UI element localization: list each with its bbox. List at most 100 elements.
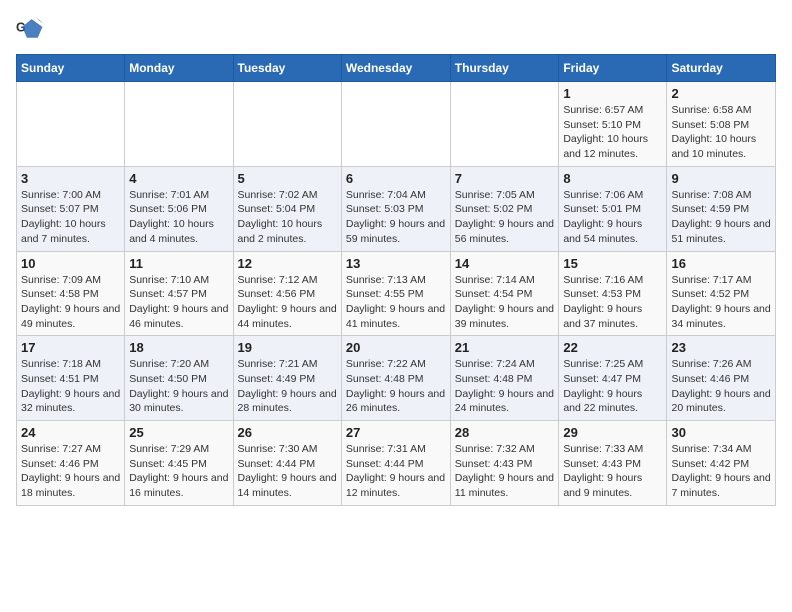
day-info: Sunrise: 7:10 AM Sunset: 4:57 PM Dayligh… — [129, 273, 228, 332]
calendar-week-row: 1Sunrise: 6:57 AM Sunset: 5:10 PM Daylig… — [17, 82, 776, 167]
weekday-header: Monday — [125, 55, 233, 82]
calendar-day-cell: 13 Sunrise: 7:13 AM Sunset: 4:55 PM Dayli… — [341, 251, 450, 336]
day-info: Sunrise: 7:12 AM Sunset: 4:56 PM Dayligh… — [238, 273, 337, 332]
day-number: 10 — [21, 256, 120, 271]
calendar-week-row: 3 Sunrise: 7:00 AM Sunset: 5:07 PM Daylig… — [17, 166, 776, 251]
calendar-week-row: 10Sunrise: 7:09 AM Sunset: 4:58 PM Dayli… — [17, 251, 776, 336]
weekday-header: Sunday — [17, 55, 125, 82]
day-number: 30 — [671, 425, 771, 440]
day-number: 27 — [346, 425, 446, 440]
day-info: Sunrise: 7:32 AM Sunset: 4:43 PM Dayligh… — [455, 442, 555, 501]
day-number: 15 — [563, 256, 662, 271]
day-info: Sunrise: 7:27 AM Sunset: 4:46 PM Dayligh… — [21, 442, 120, 501]
weekday-header: Thursday — [450, 55, 559, 82]
day-info: Sunrise: 7:29 AM Sunset: 4:45 PM Dayligh… — [129, 442, 228, 501]
day-number: 26 — [238, 425, 337, 440]
day-number: 25 — [129, 425, 228, 440]
day-info: Sunrise: 7:13 AM Sunset: 4:55 PM Dayligh… — [346, 273, 446, 332]
calendar-day-cell: 27 Sunrise: 7:31 AM Sunset: 4:44 PM Dayli… — [341, 421, 450, 506]
day-number: 2 — [671, 86, 771, 101]
calendar-day-cell — [233, 82, 341, 167]
weekday-header: Wednesday — [341, 55, 450, 82]
calendar-day-cell: 20 Sunrise: 7:22 AM Sunset: 4:48 PM Dayli… — [341, 336, 450, 421]
calendar-day-cell: 1Sunrise: 6:57 AM Sunset: 5:10 PM Daylig… — [559, 82, 667, 167]
weekday-header: Saturday — [667, 55, 776, 82]
calendar-day-cell — [125, 82, 233, 167]
day-number: 13 — [346, 256, 446, 271]
day-info: Sunrise: 7:33 AM Sunset: 4:43 PM Dayligh… — [563, 442, 662, 501]
logo-icon: G — [16, 16, 44, 44]
day-info: Sunrise: 6:58 AM Sunset: 5:08 PM Dayligh… — [671, 103, 771, 162]
calendar-day-cell: 24 Sunrise: 7:27 AM Sunset: 4:46 PM Dayli… — [17, 421, 125, 506]
calendar-day-cell: 19 Sunrise: 7:21 AM Sunset: 4:49 PM Dayli… — [233, 336, 341, 421]
day-info: Sunrise: 7:16 AM Sunset: 4:53 PM Dayligh… — [563, 273, 662, 332]
day-info: Sunrise: 7:30 AM Sunset: 4:44 PM Dayligh… — [238, 442, 337, 501]
calendar-day-cell: 22 Sunrise: 7:25 AM Sunset: 4:47 PM Dayli… — [559, 336, 667, 421]
calendar-day-cell: 18 Sunrise: 7:20 AM Sunset: 4:50 PM Dayli… — [125, 336, 233, 421]
day-number: 3 — [21, 171, 120, 186]
calendar-day-cell — [450, 82, 559, 167]
day-number: 19 — [238, 340, 337, 355]
page-header: G — [16, 16, 776, 44]
calendar-day-cell — [341, 82, 450, 167]
calendar-day-cell: 29Sunrise: 7:33 AM Sunset: 4:43 PM Dayli… — [559, 421, 667, 506]
calendar-header-row: SundayMondayTuesdayWednesdayThursdayFrid… — [17, 55, 776, 82]
calendar-week-row: 24 Sunrise: 7:27 AM Sunset: 4:46 PM Dayli… — [17, 421, 776, 506]
calendar-day-cell: 17 Sunrise: 7:18 AM Sunset: 4:51 PM Dayli… — [17, 336, 125, 421]
day-number: 5 — [238, 171, 337, 186]
day-number: 28 — [455, 425, 555, 440]
day-number: 24 — [21, 425, 120, 440]
day-info: Sunrise: 7:05 AM Sunset: 5:02 PM Dayligh… — [455, 188, 555, 247]
day-info: Sunrise: 7:22 AM Sunset: 4:48 PM Dayligh… — [346, 357, 446, 416]
day-number: 17 — [21, 340, 120, 355]
calendar-day-cell: 15 Sunrise: 7:16 AM Sunset: 4:53 PM Dayli… — [559, 251, 667, 336]
day-info: Sunrise: 7:26 AM Sunset: 4:46 PM Dayligh… — [671, 357, 771, 416]
day-number: 22 — [563, 340, 662, 355]
calendar-day-cell: 4Sunrise: 7:01 AM Sunset: 5:06 PM Daylig… — [125, 166, 233, 251]
day-info: Sunrise: 7:00 AM Sunset: 5:07 PM Dayligh… — [21, 188, 120, 247]
day-number: 6 — [346, 171, 446, 186]
day-info: Sunrise: 7:21 AM Sunset: 4:49 PM Dayligh… — [238, 357, 337, 416]
calendar-day-cell: 25 Sunrise: 7:29 AM Sunset: 4:45 PM Dayli… — [125, 421, 233, 506]
day-number: 21 — [455, 340, 555, 355]
calendar-day-cell: 12Sunrise: 7:12 AM Sunset: 4:56 PM Dayli… — [233, 251, 341, 336]
day-number: 14 — [455, 256, 555, 271]
calendar-day-cell: 2 Sunrise: 6:58 AM Sunset: 5:08 PM Daylig… — [667, 82, 776, 167]
day-info: Sunrise: 7:14 AM Sunset: 4:54 PM Dayligh… — [455, 273, 555, 332]
calendar-day-cell: 6 Sunrise: 7:04 AM Sunset: 5:03 PM Daylig… — [341, 166, 450, 251]
day-number: 18 — [129, 340, 228, 355]
calendar-day-cell: 23 Sunrise: 7:26 AM Sunset: 4:46 PM Dayli… — [667, 336, 776, 421]
calendar-day-cell: 7Sunrise: 7:05 AM Sunset: 5:02 PM Daylig… — [450, 166, 559, 251]
calendar-day-cell: 9Sunrise: 7:08 AM Sunset: 4:59 PM Daylig… — [667, 166, 776, 251]
day-info: Sunrise: 7:04 AM Sunset: 5:03 PM Dayligh… — [346, 188, 446, 247]
day-info: Sunrise: 7:17 AM Sunset: 4:52 PM Dayligh… — [671, 273, 771, 332]
calendar-week-row: 17 Sunrise: 7:18 AM Sunset: 4:51 PM Dayli… — [17, 336, 776, 421]
calendar-day-cell: 16Sunrise: 7:17 AM Sunset: 4:52 PM Dayli… — [667, 251, 776, 336]
calendar-day-cell: 26 Sunrise: 7:30 AM Sunset: 4:44 PM Dayli… — [233, 421, 341, 506]
calendar-day-cell: 8 Sunrise: 7:06 AM Sunset: 5:01 PM Daylig… — [559, 166, 667, 251]
calendar-day-cell: 10Sunrise: 7:09 AM Sunset: 4:58 PM Dayli… — [17, 251, 125, 336]
calendar-day-cell: 3 Sunrise: 7:00 AM Sunset: 5:07 PM Daylig… — [17, 166, 125, 251]
weekday-header: Friday — [559, 55, 667, 82]
day-info: Sunrise: 6:57 AM Sunset: 5:10 PM Dayligh… — [563, 103, 662, 162]
day-info: Sunrise: 7:25 AM Sunset: 4:47 PM Dayligh… — [563, 357, 662, 416]
calendar-day-cell: 14 Sunrise: 7:14 AM Sunset: 4:54 PM Dayli… — [450, 251, 559, 336]
day-number: 4 — [129, 171, 228, 186]
calendar-day-cell: 21 Sunrise: 7:24 AM Sunset: 4:48 PM Dayli… — [450, 336, 559, 421]
day-number: 20 — [346, 340, 446, 355]
calendar-day-cell — [17, 82, 125, 167]
day-info: Sunrise: 7:06 AM Sunset: 5:01 PM Dayligh… — [563, 188, 662, 247]
day-number: 8 — [563, 171, 662, 186]
day-info: Sunrise: 7:20 AM Sunset: 4:50 PM Dayligh… — [129, 357, 228, 416]
weekday-header: Tuesday — [233, 55, 341, 82]
day-info: Sunrise: 7:18 AM Sunset: 4:51 PM Dayligh… — [21, 357, 120, 416]
day-number: 23 — [671, 340, 771, 355]
day-info: Sunrise: 7:31 AM Sunset: 4:44 PM Dayligh… — [346, 442, 446, 501]
day-number: 9 — [671, 171, 771, 186]
day-info: Sunrise: 7:24 AM Sunset: 4:48 PM Dayligh… — [455, 357, 555, 416]
calendar-day-cell: 5 Sunrise: 7:02 AM Sunset: 5:04 PM Daylig… — [233, 166, 341, 251]
day-info: Sunrise: 7:02 AM Sunset: 5:04 PM Dayligh… — [238, 188, 337, 247]
day-info: Sunrise: 7:34 AM Sunset: 4:42 PM Dayligh… — [671, 442, 771, 501]
logo: G — [16, 16, 48, 44]
calendar-table: SundayMondayTuesdayWednesdayThursdayFrid… — [16, 54, 776, 506]
